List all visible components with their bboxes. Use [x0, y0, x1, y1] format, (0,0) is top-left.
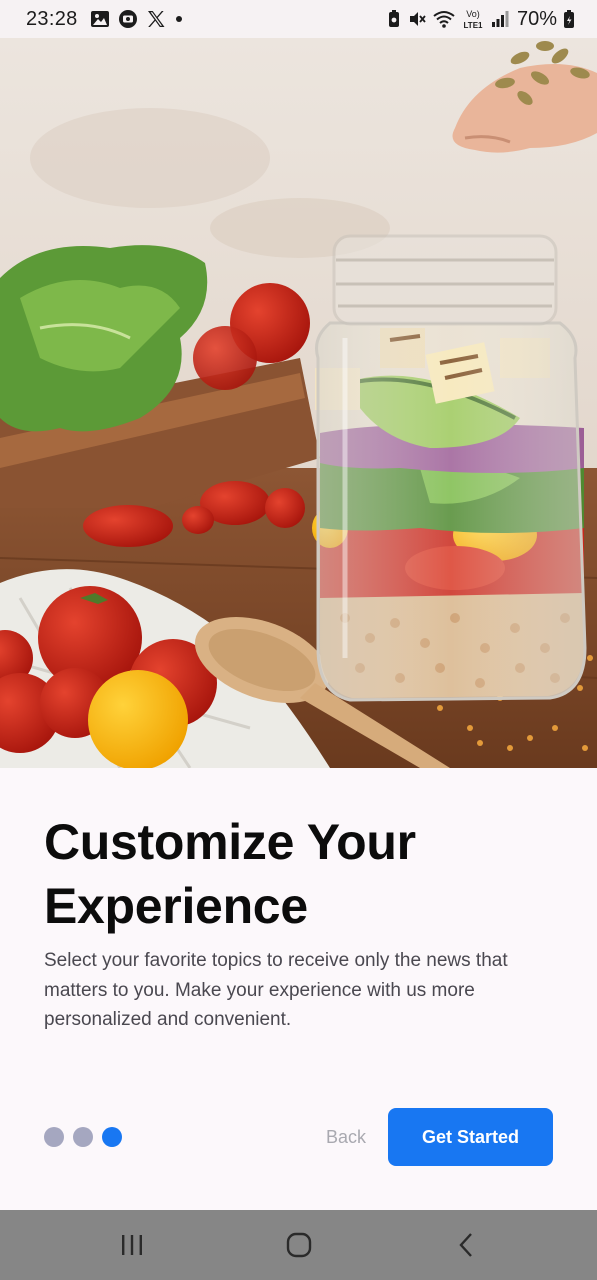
- hero-image: [0, 38, 597, 768]
- get-started-button[interactable]: Get Started: [388, 1108, 553, 1166]
- home-icon[interactable]: [279, 1230, 319, 1260]
- battery-saver-icon: [387, 9, 401, 29]
- page-dot-2: [73, 1127, 93, 1147]
- gallery-icon: [90, 10, 110, 28]
- system-nav-bar: [0, 1210, 597, 1280]
- page-dot-1: [44, 1127, 64, 1147]
- status-bar-left: 23:28: [26, 8, 184, 31]
- page-dot-3-active: [102, 1127, 122, 1147]
- back-button[interactable]: Back: [318, 1118, 374, 1156]
- onboarding-content: Customize Your Experience Select your fa…: [44, 810, 564, 1035]
- page-indicator: [44, 1127, 122, 1147]
- battery-icon: [563, 9, 575, 29]
- back-icon[interactable]: [446, 1230, 486, 1260]
- volte-lte-icon: Vo) LTE1: [461, 8, 485, 30]
- signal-icon: [491, 10, 509, 28]
- volte-bottom-label: LTE1: [463, 21, 483, 30]
- status-bar: 23:28 Vo) LTE1 70%: [0, 0, 597, 38]
- battery-percentage: 70%: [516, 7, 557, 30]
- x-app-icon: [146, 9, 166, 29]
- screen-record-icon: [118, 9, 138, 29]
- wifi-icon: [433, 10, 455, 28]
- status-time: 23:28: [26, 7, 78, 30]
- recent-apps-icon[interactable]: [112, 1230, 152, 1260]
- mute-icon: [407, 9, 427, 29]
- volte-top-label: Vo): [466, 9, 480, 19]
- onboarding-title: Customize Your Experience: [44, 814, 416, 934]
- status-bar-right: Vo) LTE1 70%: [387, 8, 575, 31]
- onboarding-description: Select your favorite topics to receive o…: [44, 950, 508, 1030]
- notification-dot-icon: [174, 14, 184, 24]
